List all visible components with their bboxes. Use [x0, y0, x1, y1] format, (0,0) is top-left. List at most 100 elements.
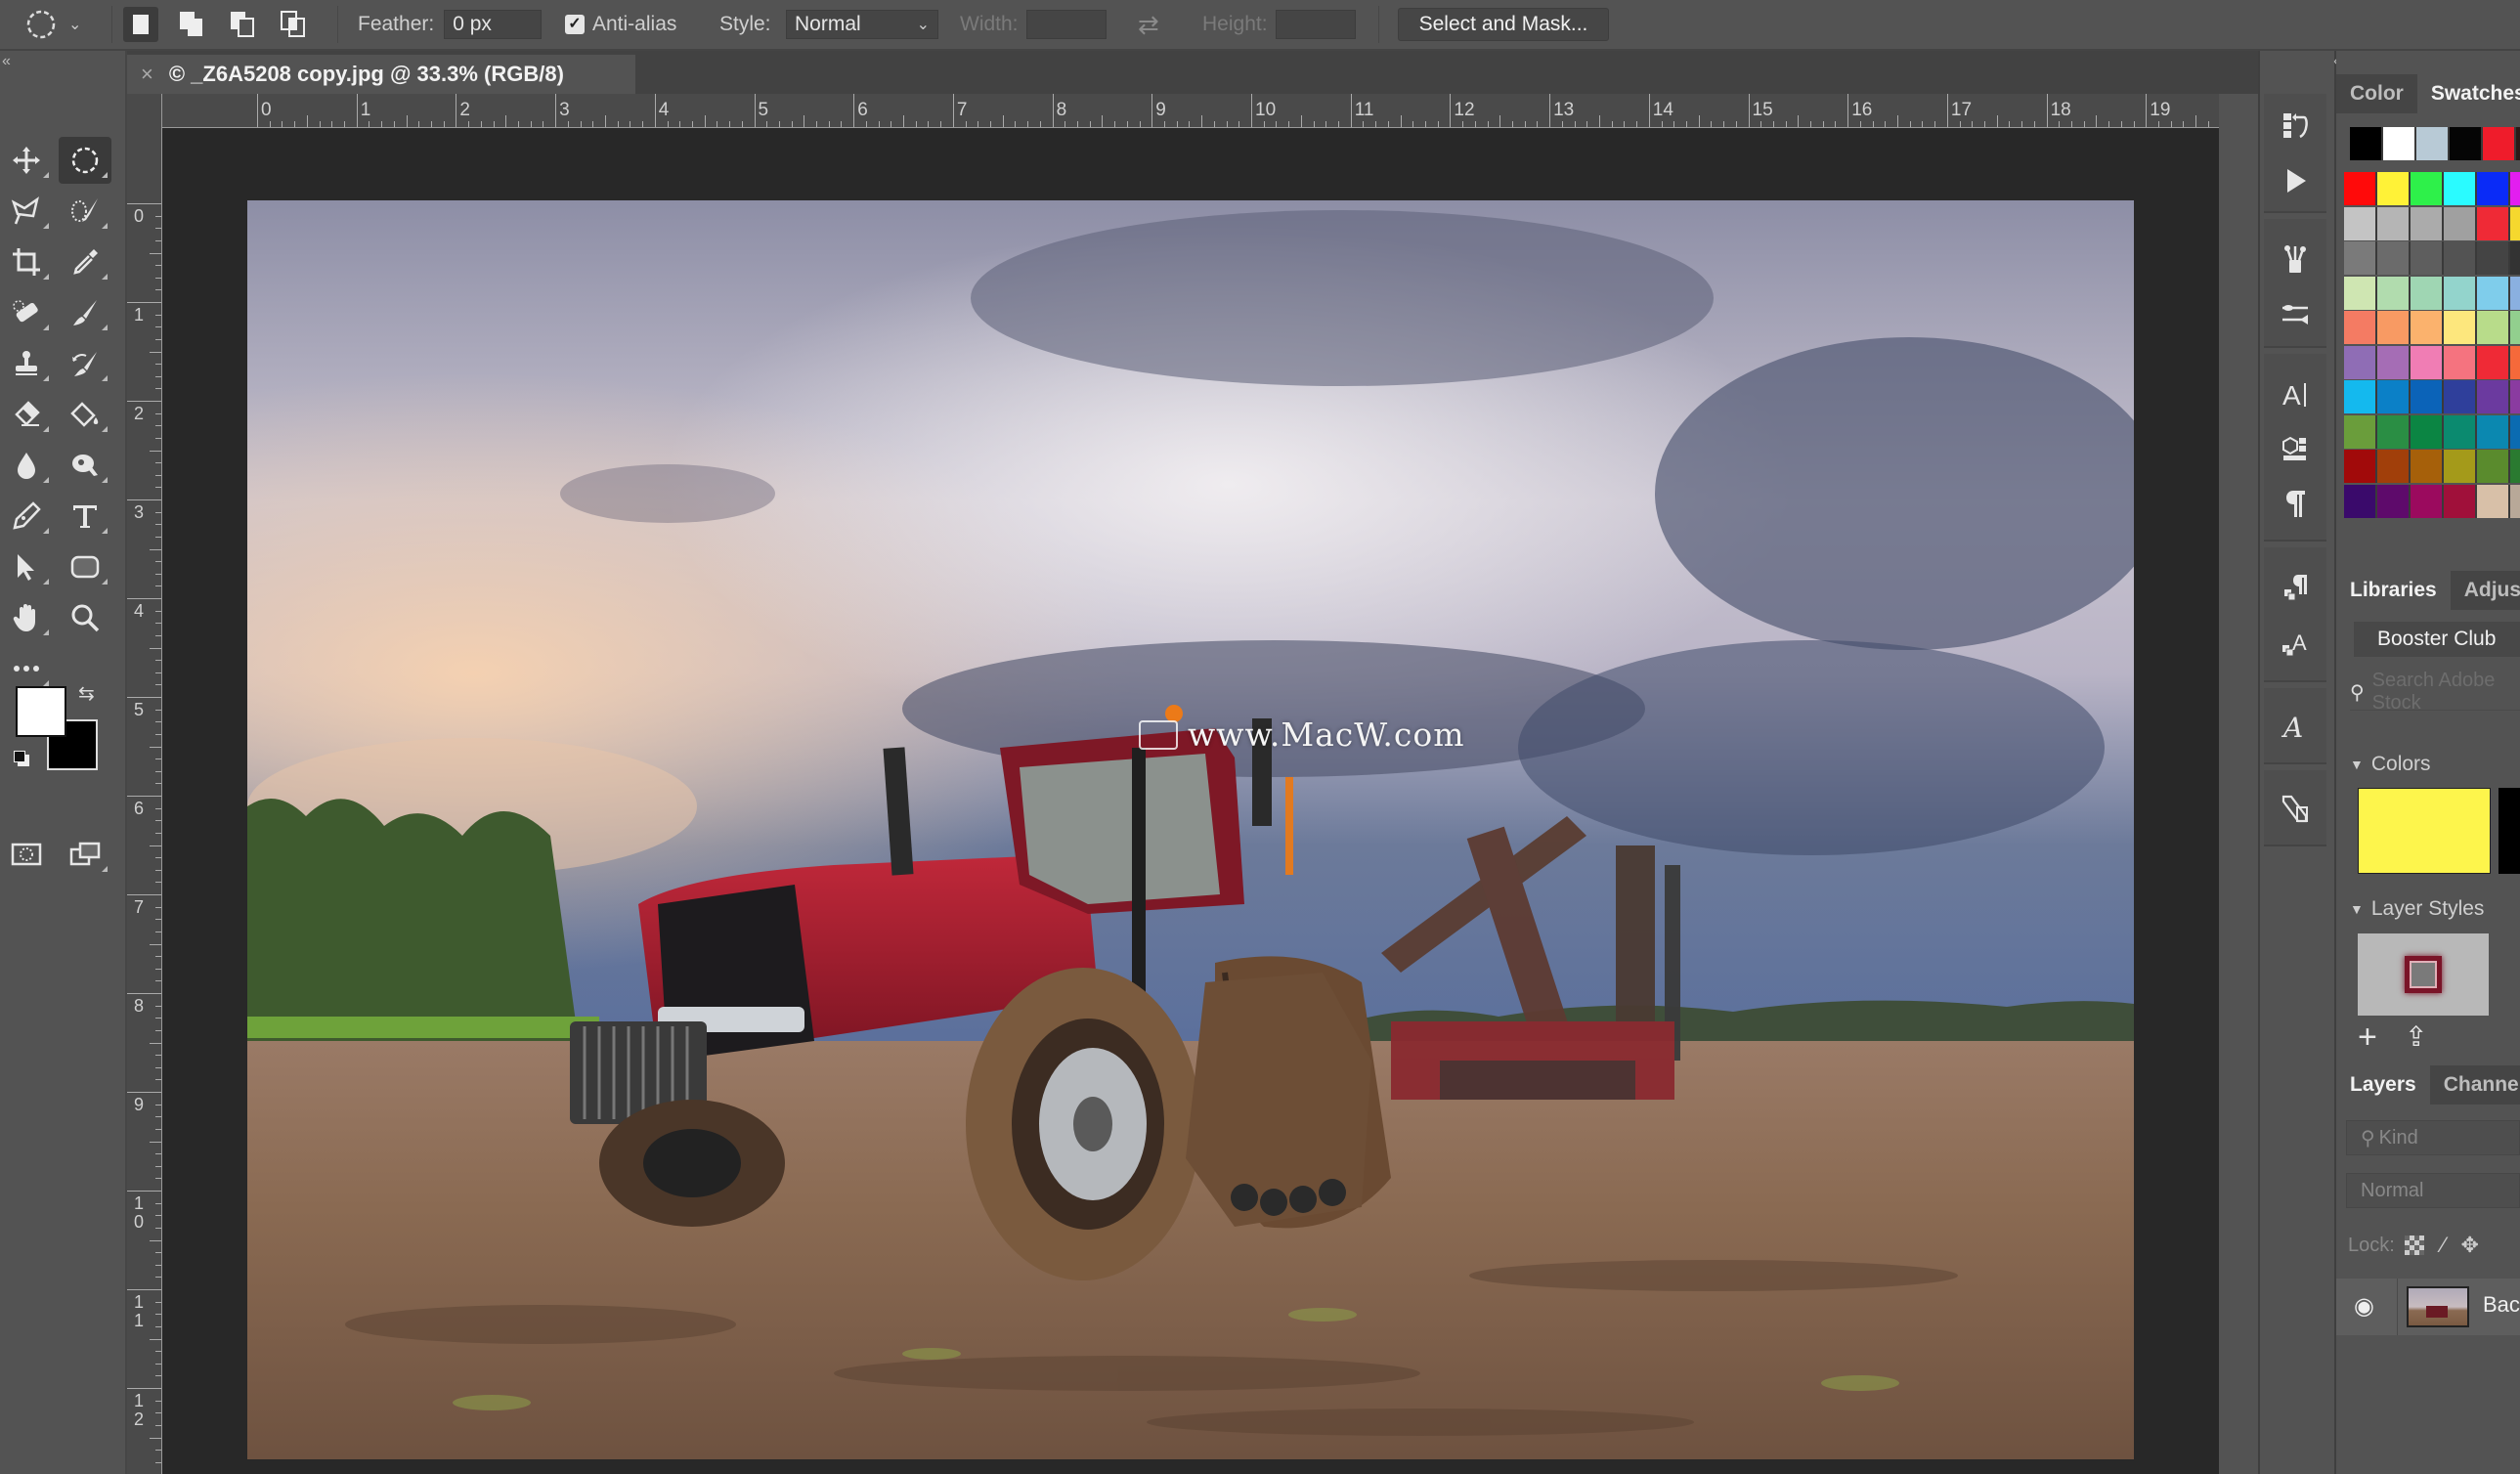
color-swatch[interactable]: [2444, 484, 2477, 518]
color-swatch[interactable]: [2444, 450, 2477, 483]
tab-channels[interactable]: Channels: [2429, 1065, 2520, 1105]
color-swatch[interactable]: [2510, 484, 2520, 518]
upload-icon[interactable]: ⇪: [2405, 1022, 2427, 1052]
color-swatch[interactable]: [2510, 450, 2520, 483]
tab-layers[interactable]: Layers: [2336, 1065, 2430, 1105]
color-swatch[interactable]: [2383, 127, 2416, 160]
color-swatch[interactable]: [2444, 414, 2477, 449]
color-swatch[interactable]: [2377, 241, 2411, 275]
color-swatch[interactable]: [2411, 484, 2444, 518]
color-swatch[interactable]: [2510, 206, 2520, 240]
color-swatch[interactable]: [2344, 345, 2377, 379]
layer-row-background[interactable]: ◉ Background: [2336, 1279, 2520, 1335]
color-swatch[interactable]: [2411, 206, 2444, 240]
eyedropper-tool[interactable]: [59, 238, 111, 285]
library-color-yellow[interactable]: [2358, 788, 2491, 874]
color-swatch[interactable]: [2344, 380, 2377, 413]
color-swatch[interactable]: [2444, 311, 2477, 344]
color-swatch[interactable]: [2444, 345, 2477, 379]
color-swatch[interactable]: [2411, 414, 2444, 449]
paragraph-panel-button[interactable]: [2264, 479, 2326, 528]
zoom-tool[interactable]: [59, 594, 111, 641]
quick-mask-button[interactable]: [0, 831, 53, 878]
tab-libraries[interactable]: Libraries: [2336, 571, 2451, 610]
color-swatch[interactable]: [2510, 172, 2520, 205]
color-swatch[interactable]: [2411, 276, 2444, 310]
color-swatch[interactable]: [2344, 414, 2377, 449]
color-swatch[interactable]: [2344, 172, 2377, 205]
new-selection-button[interactable]: [123, 7, 158, 42]
color-swatch[interactable]: [2510, 414, 2520, 449]
style-select[interactable]: Normal ⌄: [786, 0, 938, 49]
polygonal-lasso-tool[interactable]: [0, 188, 53, 235]
close-tab-icon[interactable]: ×: [141, 62, 153, 87]
color-swatch[interactable]: [2411, 450, 2444, 483]
layer-styles-section-header[interactable]: ▼ Layer Styles: [2350, 897, 2484, 921]
add-library-item-icon[interactable]: +: [2358, 1020, 2377, 1054]
tab-adjustments[interactable]: Adjustments: [2450, 571, 2520, 610]
history-brush-tool[interactable]: [59, 340, 111, 387]
color-swatch[interactable]: [2444, 241, 2477, 275]
history-panel-button[interactable]: [2264, 102, 2326, 151]
color-swatch[interactable]: [2377, 172, 2411, 205]
color-swatch[interactable]: [2450, 127, 2483, 160]
color-swatch[interactable]: [2510, 311, 2520, 344]
character-panel-button[interactable]: A: [2264, 369, 2326, 418]
color-swatch[interactable]: [2444, 276, 2477, 310]
color-swatch[interactable]: [2477, 241, 2510, 275]
document-tab[interactable]: × © _Z6A5208 copy.jpg @ 33.3% (RGB/8): [127, 55, 635, 94]
color-swatch[interactable]: [2477, 311, 2510, 344]
swap-dimensions-button[interactable]: ⇄: [1138, 0, 1159, 49]
color-swatch[interactable]: [2510, 241, 2520, 275]
actions-panel-button[interactable]: [2264, 156, 2326, 205]
character-styles-panel-button[interactable]: A: [2264, 618, 2326, 667]
timeline-panel-button[interactable]: [2264, 784, 2326, 833]
color-swatch[interactable]: [2477, 345, 2510, 379]
hand-tool[interactable]: [0, 594, 53, 641]
color-swatch[interactable]: [2444, 206, 2477, 240]
lock-transparent-pixels-icon[interactable]: [2404, 1236, 2424, 1255]
vertical-ruler[interactable]: 0123456789101112: [127, 94, 162, 1474]
color-swatch[interactable]: [2411, 311, 2444, 344]
crop-tool[interactable]: [0, 238, 53, 285]
tab-swatches[interactable]: Swatches: [2416, 74, 2520, 113]
blend-mode-select[interactable]: Normal: [2346, 1173, 2520, 1208]
collapse-toolbar-icon[interactable]: «: [2, 53, 11, 70]
lock-position-move-icon[interactable]: ✥: [2461, 1233, 2479, 1258]
move-tool[interactable]: [0, 137, 53, 184]
color-swatch[interactable]: [2510, 380, 2520, 413]
foreground-color-swatch[interactable]: [16, 686, 66, 737]
color-swatch[interactable]: [2344, 311, 2377, 344]
color-swatch[interactable]: [2350, 127, 2383, 160]
glyphs-panel-button[interactable]: A: [2264, 702, 2326, 751]
type-tool[interactable]: [59, 493, 111, 540]
color-swatch[interactable]: [2377, 206, 2411, 240]
color-swatch[interactable]: [2377, 276, 2411, 310]
stock-search-input[interactable]: ⚲ Search Adobe Stock: [2350, 670, 2520, 714]
edit-toolbar-button[interactable]: [0, 645, 53, 692]
color-swatch[interactable]: [2477, 450, 2510, 483]
document-image-tractor-photo[interactable]: www.MacW.com: [247, 200, 2134, 1459]
add-to-selection-button[interactable]: [174, 7, 209, 42]
3d-panel-button[interactable]: [2264, 424, 2326, 473]
color-swatch[interactable]: [2377, 380, 2411, 413]
width-input[interactable]: [1025, 10, 1107, 39]
color-swatch[interactable]: [2444, 172, 2477, 205]
color-swatch[interactable]: [2411, 172, 2444, 205]
color-swatch[interactable]: [2510, 345, 2520, 379]
intersect-selection-button[interactable]: [276, 7, 311, 42]
clone-stamp-tool[interactable]: [0, 340, 53, 387]
color-swatch[interactable]: [2344, 206, 2377, 240]
brush-tool[interactable]: [59, 289, 111, 336]
lock-image-pixels-brush-icon[interactable]: ⁄: [2442, 1233, 2446, 1258]
horizontal-ruler[interactable]: 0123456789101112131415161718192: [161, 94, 2219, 128]
path-selection-tool[interactable]: [0, 543, 53, 590]
colors-section-header[interactable]: ▼ Colors: [2350, 753, 2431, 776]
library-color-black[interactable]: [2498, 788, 2520, 874]
color-swatch[interactable]: [2411, 241, 2444, 275]
color-swatch[interactable]: [2510, 276, 2520, 310]
color-swatch[interactable]: [2377, 450, 2411, 483]
dodge-tool[interactable]: [59, 442, 111, 489]
color-swatch[interactable]: [2344, 241, 2377, 275]
paragraph-styles-panel-button[interactable]: [2264, 563, 2326, 612]
